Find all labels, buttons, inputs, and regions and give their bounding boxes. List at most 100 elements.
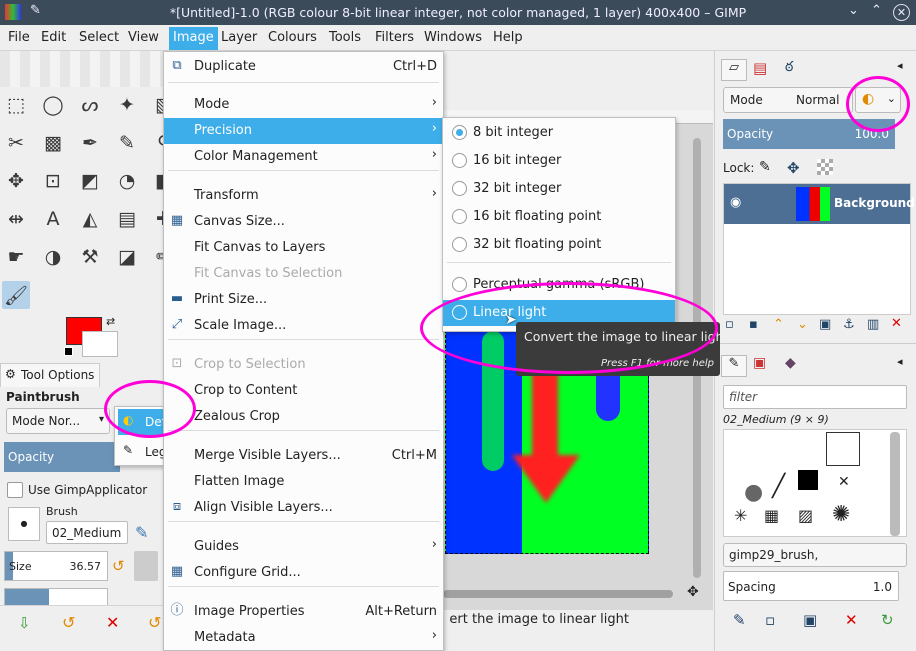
menu-item-canvas-size[interactable]: ▦ Canvas Size...: [164, 209, 443, 235]
reset-options-icon[interactable]: ↺: [148, 613, 161, 632]
layers-tab-icon[interactable]: ▱: [721, 59, 747, 81]
radio-button[interactable]: [452, 209, 467, 224]
warp-tool-icon[interactable]: ◔: [113, 167, 141, 195]
menu-view[interactable]: View: [128, 30, 159, 45]
menu-item-metadata[interactable]: Metadata ›: [164, 625, 443, 651]
menu-item-align-visible-layers[interactable]: ⧈ Align Visible Layers...: [164, 495, 443, 521]
restore-options-icon[interactable]: ↺: [62, 613, 75, 632]
text-tool-icon[interactable]: A: [39, 205, 67, 233]
brush-preview[interactable]: ●: [8, 507, 40, 541]
brush-filter-input[interactable]: filter: [723, 385, 907, 409]
mask-icon[interactable]: ▥: [867, 317, 879, 332]
lock-pixels-icon[interactable]: ✎: [759, 159, 771, 175]
precision-item-32-bit-integer[interactable]: 32 bit integer: [443, 176, 675, 202]
radio-button[interactable]: [452, 181, 467, 196]
delete-brush-icon[interactable]: ✕: [845, 611, 858, 629]
minimize-icon[interactable]: ⌄: [848, 3, 859, 18]
bg-color-swatch[interactable]: [82, 331, 118, 357]
dodge-tool-icon[interactable]: ◑: [39, 243, 67, 271]
raise-layer-icon[interactable]: ⌃: [773, 317, 784, 332]
dock-menu-icon[interactable]: ◂: [897, 59, 903, 72]
paths-tool-icon[interactable]: ✒: [76, 129, 104, 157]
menu-item-crop-to-content[interactable]: Crop to Content: [164, 378, 443, 404]
menu-file[interactable]: File: [8, 30, 30, 45]
move-tool-icon[interactable]: ✥: [2, 167, 30, 195]
menu-item-mode[interactable]: Mode ›: [164, 92, 443, 118]
navigate-icon[interactable]: ✥: [687, 584, 699, 600]
menu-item-scale-image[interactable]: ⤢ Scale Image...: [164, 313, 443, 339]
duplicate-layer-icon[interactable]: ▣: [819, 317, 831, 332]
menu-item-zealous-crop[interactable]: Zealous Crop: [164, 404, 443, 430]
duplicate-brush-icon[interactable]: ▣: [803, 611, 817, 629]
menu-item-guides[interactable]: Guides ›: [164, 534, 443, 560]
menu-item-flatten-image[interactable]: Flatten Image: [164, 469, 443, 495]
paths-tab-icon[interactable]: ఠ: [785, 59, 793, 78]
brush-grid[interactable]: ● ╱ ✕ ✳ ▦ ▨ ✺: [723, 429, 907, 537]
clone-tool-icon[interactable]: ⚒: [76, 243, 104, 271]
menu-help[interactable]: Help: [493, 30, 523, 45]
menu-item-merge-visible-layers[interactable]: Merge Visible Layers... Ctrl+M: [164, 443, 443, 469]
scissors-tool-icon[interactable]: ✂: [2, 129, 30, 157]
radio-button[interactable]: [452, 125, 467, 140]
fonts-tab-icon[interactable]: ◆: [785, 355, 796, 371]
swap-colors-icon[interactable]: ⇄: [106, 315, 115, 328]
size-link-icon[interactable]: [134, 551, 158, 581]
menu-item-color-management[interactable]: Color Management ›: [164, 144, 443, 170]
edit-brush-icon-2[interactable]: ✎: [733, 611, 746, 629]
menu-tools[interactable]: Tools: [329, 30, 361, 45]
menu-edit[interactable]: Edit: [41, 30, 66, 45]
layer-mode-select[interactable]: Mode Normal: [723, 87, 853, 113]
flip-tool-icon[interactable]: ⇹: [2, 205, 30, 233]
precision-item-8-bit-integer[interactable]: 8 bit integer: [443, 120, 675, 146]
menu-item-precision[interactable]: Precision ›: [164, 118, 443, 144]
fuzzy-select-tool-icon[interactable]: ✦: [113, 91, 141, 119]
menu-item-crop-to-selection[interactable]: ⊡ Crop to Selection: [164, 352, 443, 378]
smudge-tool-icon[interactable]: ☛: [2, 243, 30, 271]
precision-item-16-bit-floating-point[interactable]: 16 bit floating point: [443, 204, 675, 230]
edit-brush-icon[interactable]: ✎: [135, 523, 148, 542]
refresh-brushes-icon[interactable]: ↻: [881, 611, 894, 629]
lock-position-icon[interactable]: ✥: [787, 159, 800, 177]
anchor-icon[interactable]: ⚓: [843, 317, 855, 332]
free-select-tool-icon[interactable]: ᔕ: [76, 91, 104, 119]
perspective-clone-tool-icon[interactable]: ◪: [113, 243, 141, 271]
rect-select-tool-icon[interactable]: ⬚: [2, 91, 30, 119]
menu-filters[interactable]: Filters: [375, 30, 414, 45]
color-picker-tool-icon[interactable]: ✎: [113, 129, 141, 157]
size-slider[interactable]: Size 36.57: [4, 551, 108, 581]
menu-item-configure-grid[interactable]: ▦ Configure Grid...: [164, 560, 443, 586]
default-colors-icon[interactable]: [64, 347, 73, 356]
new-brush-icon[interactable]: ▫: [765, 611, 775, 629]
radio-button[interactable]: [452, 153, 467, 168]
menu-windows[interactable]: Windows: [424, 30, 482, 45]
precision-item-16-bit-integer[interactable]: 16 bit integer: [443, 148, 675, 174]
menu-layer[interactable]: Layer: [221, 30, 257, 45]
reset-size-icon[interactable]: ↺: [112, 557, 125, 575]
tool-options-tab[interactable]: ⚙ Tool Options: [0, 363, 100, 387]
menu-item-fit-canvas-to-selection[interactable]: Fit Canvas to Selection: [164, 261, 443, 287]
channels-tab-icon[interactable]: ▤: [753, 59, 767, 77]
opacity-slider[interactable]: Opacity: [4, 442, 120, 472]
menu-item-duplicate[interactable]: ⧉ Duplicate Ctrl+D: [164, 54, 443, 80]
foreground-select-tool-icon[interactable]: ▩: [39, 129, 67, 157]
radio-button[interactable]: [452, 277, 467, 292]
menu-image[interactable]: Image: [169, 27, 218, 50]
dock-menu-icon-2[interactable]: ◂: [897, 355, 903, 368]
brush-name-field[interactable]: 02_Medium: [46, 521, 128, 544]
paintbrush-tool-icon[interactable]: 🖌: [2, 281, 30, 309]
ellipse-select-tool-icon[interactable]: ◯: [39, 91, 67, 119]
delete-options-icon[interactable]: ✕: [106, 613, 119, 632]
use-applicator-checkbox[interactable]: [7, 482, 23, 498]
brush-tag-field[interactable]: gimp29_brush,: [723, 543, 907, 567]
unified-transform-tool-icon[interactable]: ◩: [76, 167, 104, 195]
mode-select[interactable]: Mode Nor... ▾: [6, 408, 110, 434]
menu-item-fit-canvas-to-layers[interactable]: Fit Canvas to Layers: [164, 235, 443, 261]
new-group-icon[interactable]: ▪: [749, 317, 758, 332]
menu-item-transform[interactable]: Transform ›: [164, 183, 443, 209]
lock-alpha-icon[interactable]: [817, 159, 833, 175]
menu-colours[interactable]: Colours: [268, 30, 317, 45]
bucket-fill-tool-icon[interactable]: ◭: [76, 205, 104, 233]
canvas-hscrollbar[interactable]: [443, 590, 673, 598]
menu-item-image-properties[interactable]: ⓘ Image Properties Alt+Return: [164, 599, 443, 625]
radio-button[interactable]: [452, 237, 467, 252]
